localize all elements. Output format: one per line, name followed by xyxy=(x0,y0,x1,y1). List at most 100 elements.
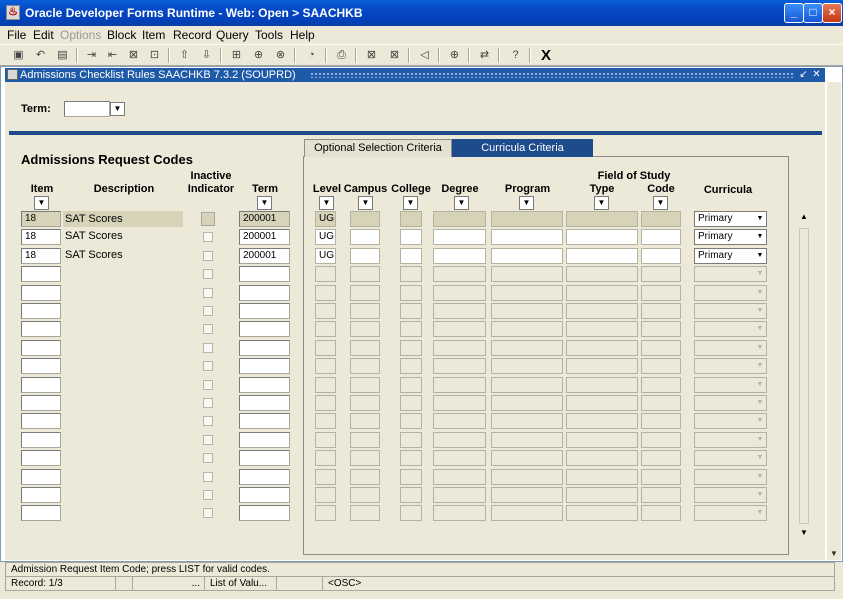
form-minimize-icon[interactable]: ↙ xyxy=(798,68,809,82)
chevron-down-icon[interactable]: ▼ xyxy=(754,378,766,392)
level-field[interactable] xyxy=(315,395,336,411)
chevron-down-icon[interactable]: ▼ xyxy=(754,414,766,428)
curricula-select[interactable]: ▼ xyxy=(694,450,767,466)
campus-field[interactable] xyxy=(350,321,380,337)
term-field[interactable]: 200001 xyxy=(239,248,290,264)
chevron-down-icon[interactable]: ▼ xyxy=(754,488,766,502)
term-field[interactable] xyxy=(239,340,290,356)
item-field[interactable] xyxy=(21,505,61,521)
degree-field[interactable] xyxy=(433,321,486,337)
campus-field[interactable] xyxy=(350,358,380,374)
inactive-checkbox[interactable] xyxy=(203,380,213,390)
level-field[interactable] xyxy=(315,358,336,374)
type-field[interactable] xyxy=(566,505,638,521)
term-field[interactable] xyxy=(239,395,290,411)
campus-field[interactable] xyxy=(350,432,380,448)
campus-field[interactable] xyxy=(350,487,380,503)
campus-list-button[interactable]: ▼ xyxy=(358,196,373,210)
term-field[interactable] xyxy=(239,413,290,429)
level-field[interactable] xyxy=(315,413,336,429)
term-field[interactable] xyxy=(239,266,290,282)
item-field[interactable] xyxy=(21,432,61,448)
college-field[interactable] xyxy=(400,432,422,448)
campus-field[interactable] xyxy=(350,229,380,245)
item-field[interactable] xyxy=(21,395,61,411)
type-field[interactable] xyxy=(566,303,638,319)
chevron-down-icon[interactable]: ▼ xyxy=(754,212,766,226)
navigate-icon[interactable]: ⊕ xyxy=(446,47,463,63)
level-field[interactable] xyxy=(315,266,336,282)
curricula-select[interactable]: ▼ xyxy=(694,505,767,521)
level-field[interactable] xyxy=(315,321,336,337)
program-field[interactable] xyxy=(491,340,563,356)
inactive-checkbox[interactable] xyxy=(203,416,213,426)
college-field[interactable] xyxy=(400,266,422,282)
college-field[interactable] xyxy=(400,321,422,337)
code-field[interactable] xyxy=(641,469,681,485)
inactive-checkbox[interactable] xyxy=(203,232,213,242)
level-field[interactable] xyxy=(315,487,336,503)
type-field[interactable] xyxy=(566,358,638,374)
item-field[interactable] xyxy=(21,266,61,282)
code-field[interactable] xyxy=(641,358,681,374)
chevron-down-icon[interactable]: ▼ xyxy=(754,396,766,410)
chevron-down-icon[interactable]: ▼ xyxy=(754,322,766,336)
chevron-down-icon[interactable]: ▼ xyxy=(754,267,766,281)
degree-field[interactable] xyxy=(433,266,486,282)
chevron-down-icon[interactable]: ▼ xyxy=(754,359,766,373)
degree-field[interactable] xyxy=(433,285,486,301)
curricula-select[interactable]: ▼ xyxy=(694,285,767,301)
level-field[interactable]: UG xyxy=(315,229,336,245)
level-field[interactable] xyxy=(315,285,336,301)
level-field[interactable] xyxy=(315,505,336,521)
degree-field[interactable] xyxy=(433,450,486,466)
degree-field[interactable] xyxy=(433,377,486,393)
chevron-down-icon[interactable]: ▼ xyxy=(754,304,766,318)
previous-block-icon[interactable]: ⇩ xyxy=(198,47,215,63)
item-field[interactable] xyxy=(21,340,61,356)
item-list-button[interactable]: ▼ xyxy=(34,196,49,210)
term-field[interactable] xyxy=(239,505,290,521)
curricula-select[interactable]: ▼ xyxy=(694,413,767,429)
execute-query-icon[interactable]: ⊕ xyxy=(250,47,267,63)
inactive-checkbox[interactable] xyxy=(203,288,213,298)
chevron-down-icon[interactable]: ▼ xyxy=(754,286,766,300)
extract-icon[interactable]: ⊠ xyxy=(363,47,380,63)
menu-item[interactable]: Item xyxy=(142,28,165,42)
college-field[interactable] xyxy=(400,229,422,245)
item-field[interactable] xyxy=(21,469,61,485)
level-field[interactable]: UG xyxy=(315,248,336,264)
tab-optional-selection-criteria[interactable]: Optional Selection Criteria xyxy=(304,139,452,157)
program-field[interactable] xyxy=(491,285,563,301)
inactive-checkbox[interactable] xyxy=(203,251,213,261)
level-field[interactable] xyxy=(315,377,336,393)
program-field[interactable] xyxy=(491,229,563,245)
curricula-select[interactable]: ▼ xyxy=(694,487,767,503)
program-field[interactable] xyxy=(491,487,563,503)
type-list-button[interactable]: ▼ xyxy=(594,196,609,210)
degree-field[interactable] xyxy=(433,303,486,319)
campus-field[interactable] xyxy=(350,395,380,411)
scroll-down-icon[interactable]: ▼ xyxy=(800,528,808,537)
code-field[interactable] xyxy=(641,413,681,429)
program-field[interactable] xyxy=(491,450,563,466)
degree-field[interactable] xyxy=(433,487,486,503)
campus-field[interactable] xyxy=(350,285,380,301)
program-field[interactable] xyxy=(491,413,563,429)
clear-record-icon[interactable]: ⊠ xyxy=(125,47,142,63)
term-field[interactable] xyxy=(239,321,290,337)
inactive-checkbox[interactable] xyxy=(203,508,213,518)
cancel-query-icon[interactable]: ⊗ xyxy=(272,47,289,63)
campus-field[interactable] xyxy=(350,505,380,521)
menu-edit[interactable]: Edit xyxy=(33,28,54,42)
item-field[interactable] xyxy=(21,285,61,301)
college-field[interactable] xyxy=(400,469,422,485)
item-field[interactable] xyxy=(21,487,61,503)
term-field[interactable]: 200001 xyxy=(239,229,290,245)
degree-field[interactable] xyxy=(433,505,486,521)
campus-field[interactable] xyxy=(350,211,380,227)
enter-query-icon[interactable]: ⊞ xyxy=(228,47,245,63)
type-field[interactable] xyxy=(566,450,638,466)
type-field[interactable] xyxy=(566,321,638,337)
form-close-icon[interactable]: ✕ xyxy=(811,68,822,82)
